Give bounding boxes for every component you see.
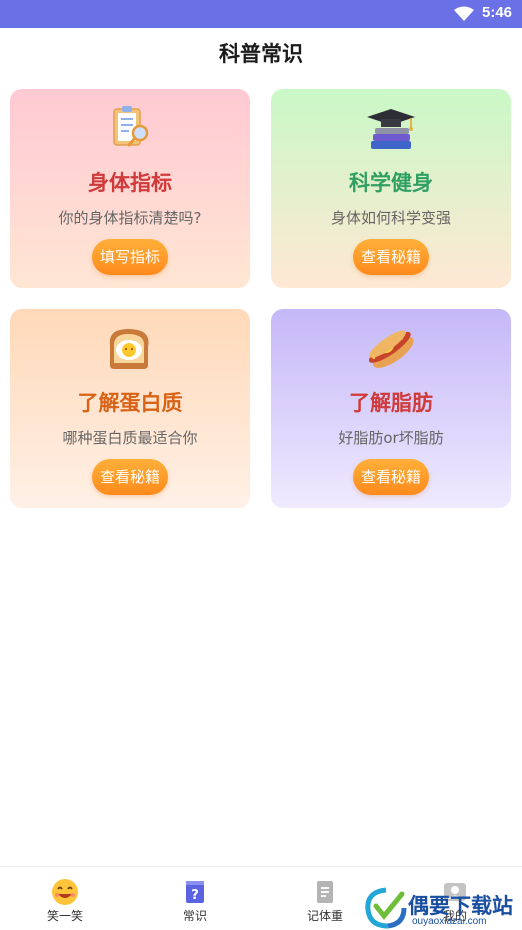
card-fitness[interactable]: 科学健身 身体如何科学变强 查看秘籍 <box>271 89 511 288</box>
svg-text:?: ? <box>191 888 199 903</box>
status-time: 5:46 <box>482 4 513 21</box>
question-book-icon: ? <box>186 881 204 903</box>
hotdog-icon <box>368 330 414 368</box>
view-tips-button[interactable]: 查看秘籍 <box>353 239 429 275</box>
card-subtitle: 哪种蛋白质最适合你 <box>62 429 198 447</box>
card-subtitle: 你的身体指标清楚吗? <box>58 209 202 227</box>
watermark-logo-icon <box>365 887 407 929</box>
card-title: 了解蛋白质 <box>77 391 183 415</box>
smile-emoji-icon <box>52 879 78 905</box>
tab-knowledge[interactable]: ? 常识 <box>130 867 260 930</box>
card-fat[interactable]: 了解脂肪 好脂肪or坏脂肪 查看秘籍 <box>271 309 511 508</box>
card-subtitle: 好脂肪or坏脂肪 <box>338 429 444 447</box>
card-title: 科学健身 <box>349 171 433 195</box>
toast-egg-icon <box>109 329 149 369</box>
card-subtitle: 身体如何科学变强 <box>330 209 451 227</box>
books-graduation-cap-icon <box>367 109 415 149</box>
card-protein[interactable]: 了解蛋白质 哪种蛋白质最适合你 查看秘籍 <box>10 309 250 508</box>
page-title: 科普常识 <box>219 42 303 66</box>
tab-label: 常识 <box>182 909 207 923</box>
card-title: 了解脂肪 <box>349 391 433 415</box>
watermark-url: ouyaoxiazai.com <box>412 916 487 927</box>
status-bar: 5:46 <box>0 0 522 28</box>
document-icon <box>317 881 333 903</box>
view-tips-button[interactable]: 查看秘籍 <box>353 459 429 495</box>
fill-metrics-button[interactable]: 填写指标 <box>92 239 168 275</box>
wifi-icon <box>454 6 474 21</box>
view-tips-button[interactable]: 查看秘籍 <box>92 459 168 495</box>
card-body-metrics[interactable]: 身体指标 你的身体指标清楚吗? 填写指标 <box>10 89 250 288</box>
card-title: 身体指标 <box>88 171 172 195</box>
watermark: 偶要下载站 ouyaoxiazai.com <box>364 886 522 929</box>
tab-laugh[interactable]: 笑一笑 <box>0 867 130 930</box>
clipboard-magnifier-icon <box>113 106 149 147</box>
tab-label: 笑一笑 <box>46 909 83 923</box>
